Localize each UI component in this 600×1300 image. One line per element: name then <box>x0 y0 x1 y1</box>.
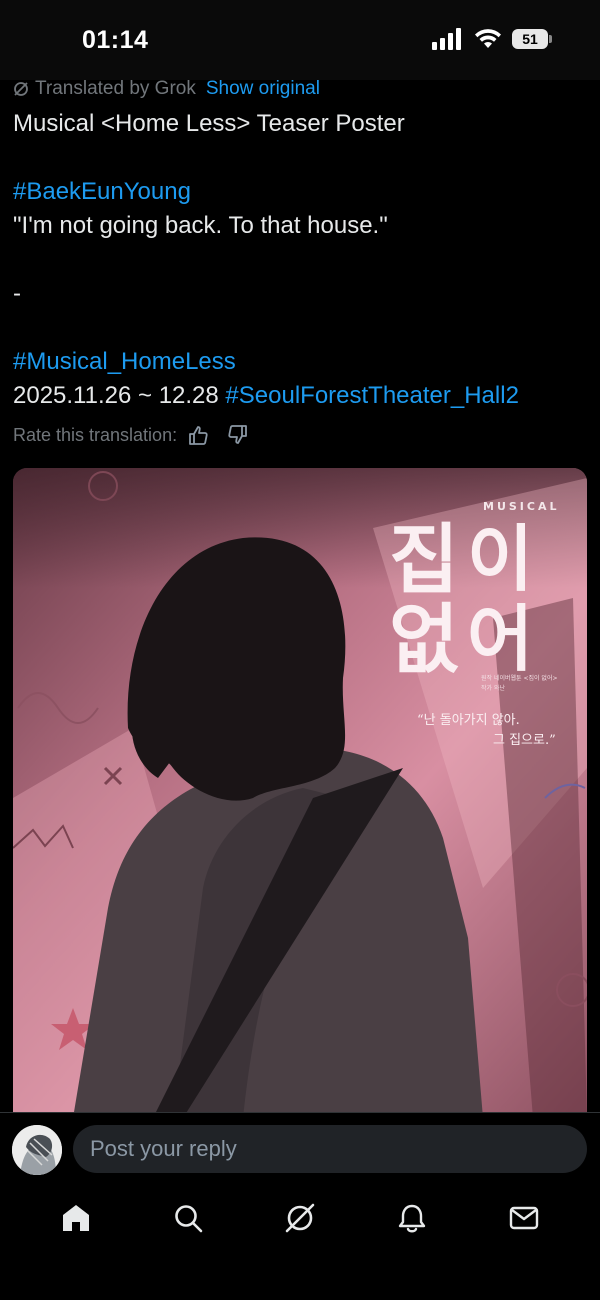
post-dates: 2025.11.26 ~ 12.28 <box>13 382 219 409</box>
home-icon <box>63 1205 89 1231</box>
poster-credit-line-2: 작가 와난 <box>481 684 505 692</box>
nav-search[interactable] <box>158 1188 218 1248</box>
poster-musical-label: MUSICAL <box>483 500 560 513</box>
post-quote-line: "I'm not going back. To that house." <box>13 212 388 239</box>
hashtag-actor[interactable]: #BaekEunYoung <box>13 178 191 206</box>
translation-info: Translated by Grok Show original <box>13 78 320 100</box>
avatar[interactable] <box>12 1125 62 1175</box>
poster-title-char-4: 어 <box>467 597 533 681</box>
status-bar: 01:14 51 <box>0 0 600 80</box>
post-dash-line: - <box>13 280 21 307</box>
battery-level: 51 <box>512 29 548 49</box>
grok-icon <box>285 1203 315 1233</box>
notifications-icon <box>398 1204 426 1233</box>
reply-input[interactable]: Post your reply <box>73 1125 587 1173</box>
status-icons: 51 <box>432 28 552 50</box>
nav-home[interactable] <box>46 1188 106 1248</box>
poster-title-char-1: 집 <box>389 515 459 604</box>
rate-translation-label: Rate this translation: <box>13 424 178 445</box>
bottom-nav <box>0 1188 600 1300</box>
messages-icon <box>509 1206 539 1230</box>
show-original-link[interactable]: Show original <box>206 78 320 100</box>
poster-title-char-3: 없 <box>389 595 459 684</box>
poster-image[interactable]: MUSICAL 집 이 없 어 원작 네이버웹툰 <집이 없어> 작가 와난 “… <box>13 468 587 1118</box>
nav-grok[interactable] <box>270 1188 330 1248</box>
nav-messages[interactable] <box>494 1188 554 1248</box>
nav-notifications[interactable] <box>382 1188 442 1248</box>
poster-credit-line-1: 원작 네이버웹툰 <집이 없어> <box>481 674 558 682</box>
poster-quote-line-2: 그 집으로.” <box>493 733 556 748</box>
search-icon <box>175 1205 203 1233</box>
hashtag-musical[interactable]: #Musical_HomeLess <box>13 348 236 376</box>
status-time: 01:14 <box>82 26 149 54</box>
poster-title-char-2: 이 <box>467 517 533 601</box>
rate-translation-row: Rate this translation: <box>13 424 249 446</box>
thumbs-up-icon[interactable] <box>187 424 209 446</box>
battery-indicator: 51 <box>512 29 552 49</box>
post-title-line: Musical <Home Less> Teaser Poster <box>13 110 405 137</box>
cellular-signal-icon <box>432 28 461 50</box>
reply-bar: Post your reply <box>0 1112 600 1189</box>
thumbs-down-icon[interactable] <box>227 424 249 446</box>
grok-icon <box>14 82 28 96</box>
wifi-icon <box>475 29 501 48</box>
translated-by-label: Translated by Grok <box>35 78 196 99</box>
hashtag-venue[interactable]: #SeoulForestTheater_Hall2 <box>225 382 519 409</box>
poster-quote-line-1: “난 돌아가지 않아. <box>417 713 520 728</box>
post-dates-line: 2025.11.26 ~ 12.28 #SeoulForestTheater_H… <box>13 382 519 410</box>
